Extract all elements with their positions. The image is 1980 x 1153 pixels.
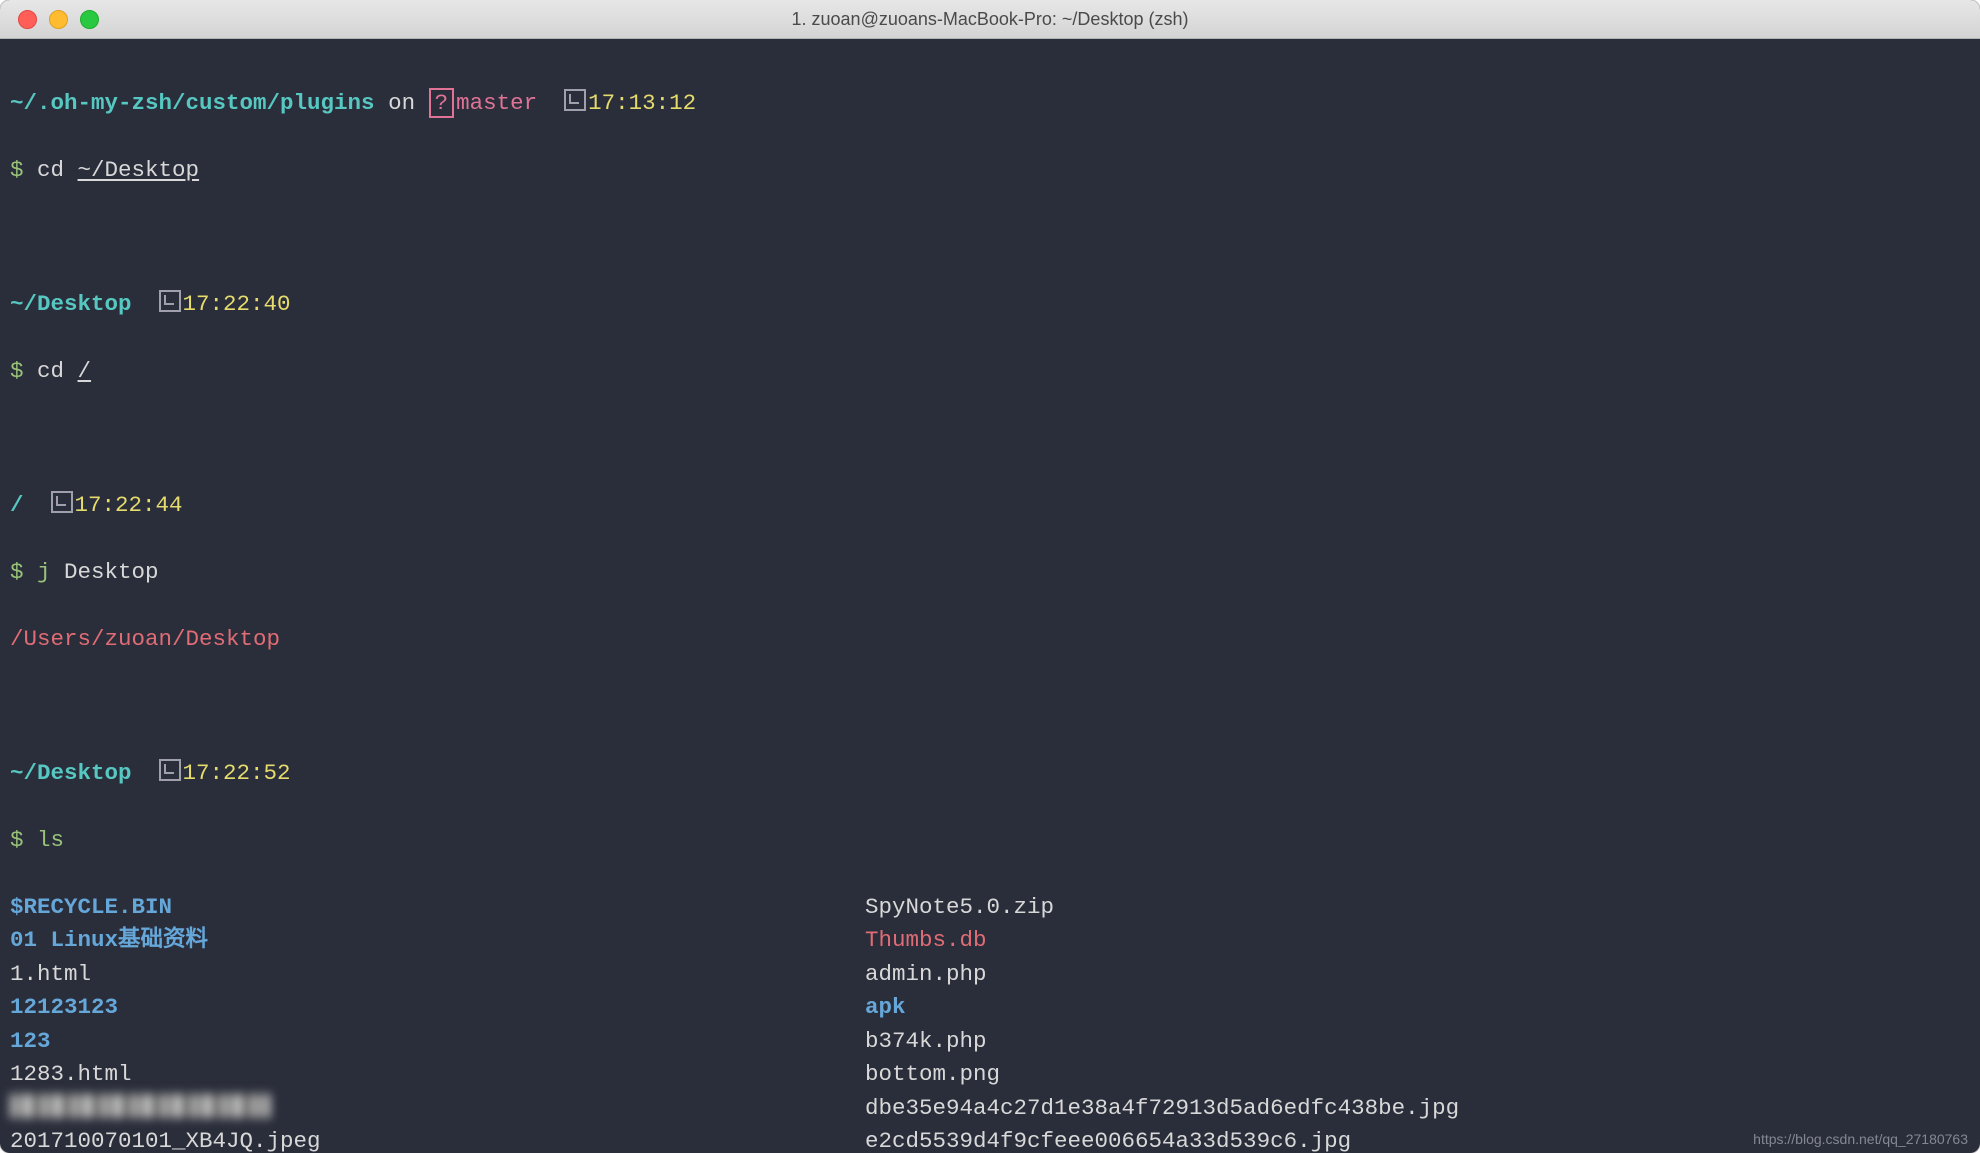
time: 17:22:52 bbox=[183, 760, 291, 786]
prompt-line-3: / 17:22:44 bbox=[10, 489, 1970, 523]
window-title: 1. zuoan@zuoans-MacBook-Pro: ~/Desktop (… bbox=[0, 9, 1980, 30]
ls-entry: 201710070101_XB4JQ.jpeg bbox=[10, 1125, 865, 1153]
terminal-body[interactable]: ~/.oh-my-zsh/custom/plugins on ?master 1… bbox=[0, 39, 1980, 1153]
git-branch: master bbox=[456, 90, 537, 116]
ls-entry: apk bbox=[865, 991, 1459, 1025]
ls-entry: $RECYCLE.BIN bbox=[10, 891, 865, 925]
command-line-1: $ cd ~/Desktop bbox=[10, 154, 1970, 188]
ls-entry: 1283.html bbox=[10, 1058, 865, 1092]
close-icon[interactable] bbox=[18, 10, 37, 29]
ls-entry bbox=[10, 1092, 865, 1126]
command-line-4: $ ls bbox=[10, 824, 1970, 858]
blurred-filename bbox=[10, 1094, 270, 1118]
git-icon: ? bbox=[429, 88, 455, 118]
ls-output: $RECYCLE.BIN01 Linux基础资料1.html1212312312… bbox=[10, 891, 1970, 1153]
prompt-line-2: ~/Desktop 17:22:40 bbox=[10, 288, 1970, 322]
ls-entry: Thumbs.db bbox=[865, 924, 1459, 958]
ls-entry: bottom.png bbox=[865, 1058, 1459, 1092]
cwd: ~/.oh-my-zsh/custom/plugins bbox=[10, 90, 375, 116]
watermark: https://blog.csdn.net/qq_27180763 bbox=[1753, 1131, 1968, 1147]
command-line-2: $ cd / bbox=[10, 355, 1970, 389]
prompt-line-1: ~/.oh-my-zsh/custom/plugins on ?master 1… bbox=[10, 87, 1970, 121]
ls-entry: 01 Linux基础资料 bbox=[10, 924, 865, 958]
ls-entry: e2cd5539d4f9cfeee006654a33d539c6.jpg bbox=[865, 1125, 1459, 1153]
prompt-line-4: ~/Desktop 17:22:52 bbox=[10, 757, 1970, 791]
time: 17:22:44 bbox=[75, 492, 183, 518]
command-line-3: $ j Desktop bbox=[10, 556, 1970, 590]
cwd: ~/Desktop bbox=[10, 760, 132, 786]
cd-arg: / bbox=[78, 358, 92, 384]
ls-column-1: $RECYCLE.BIN01 Linux基础资料1.html1212312312… bbox=[10, 891, 865, 1153]
ls-entry: b374k.php bbox=[865, 1025, 1459, 1059]
ls-entry: dbe35e94a4c27d1e38a4f72913d5ad6edfc438be… bbox=[865, 1092, 1459, 1126]
clock-icon bbox=[159, 759, 181, 781]
titlebar: 1. zuoan@zuoans-MacBook-Pro: ~/Desktop (… bbox=[0, 0, 1980, 39]
clock-icon bbox=[51, 491, 73, 513]
cd-arg: ~/Desktop bbox=[78, 157, 200, 183]
minimize-icon[interactable] bbox=[49, 10, 68, 29]
clock-icon bbox=[159, 290, 181, 312]
ls-entry: 1.html bbox=[10, 958, 865, 992]
ls-entry: 12123123 bbox=[10, 991, 865, 1025]
cwd: ~/Desktop bbox=[10, 291, 132, 317]
time: 17:22:40 bbox=[183, 291, 291, 317]
ls-column-2: SpyNote5.0.zipThumbs.dbadmin.phpapkb374k… bbox=[865, 891, 1459, 1153]
cwd: / bbox=[10, 492, 24, 518]
terminal-window: 1. zuoan@zuoans-MacBook-Pro: ~/Desktop (… bbox=[0, 0, 1980, 1153]
clock-icon bbox=[564, 89, 586, 111]
j-output: /Users/zuoan/Desktop bbox=[10, 623, 1970, 657]
maximize-icon[interactable] bbox=[80, 10, 99, 29]
time: 17:13:12 bbox=[588, 90, 696, 116]
ls-entry: SpyNote5.0.zip bbox=[865, 891, 1459, 925]
ls-entry: 123 bbox=[10, 1025, 865, 1059]
window-controls bbox=[0, 10, 99, 29]
ls-entry: admin.php bbox=[865, 958, 1459, 992]
